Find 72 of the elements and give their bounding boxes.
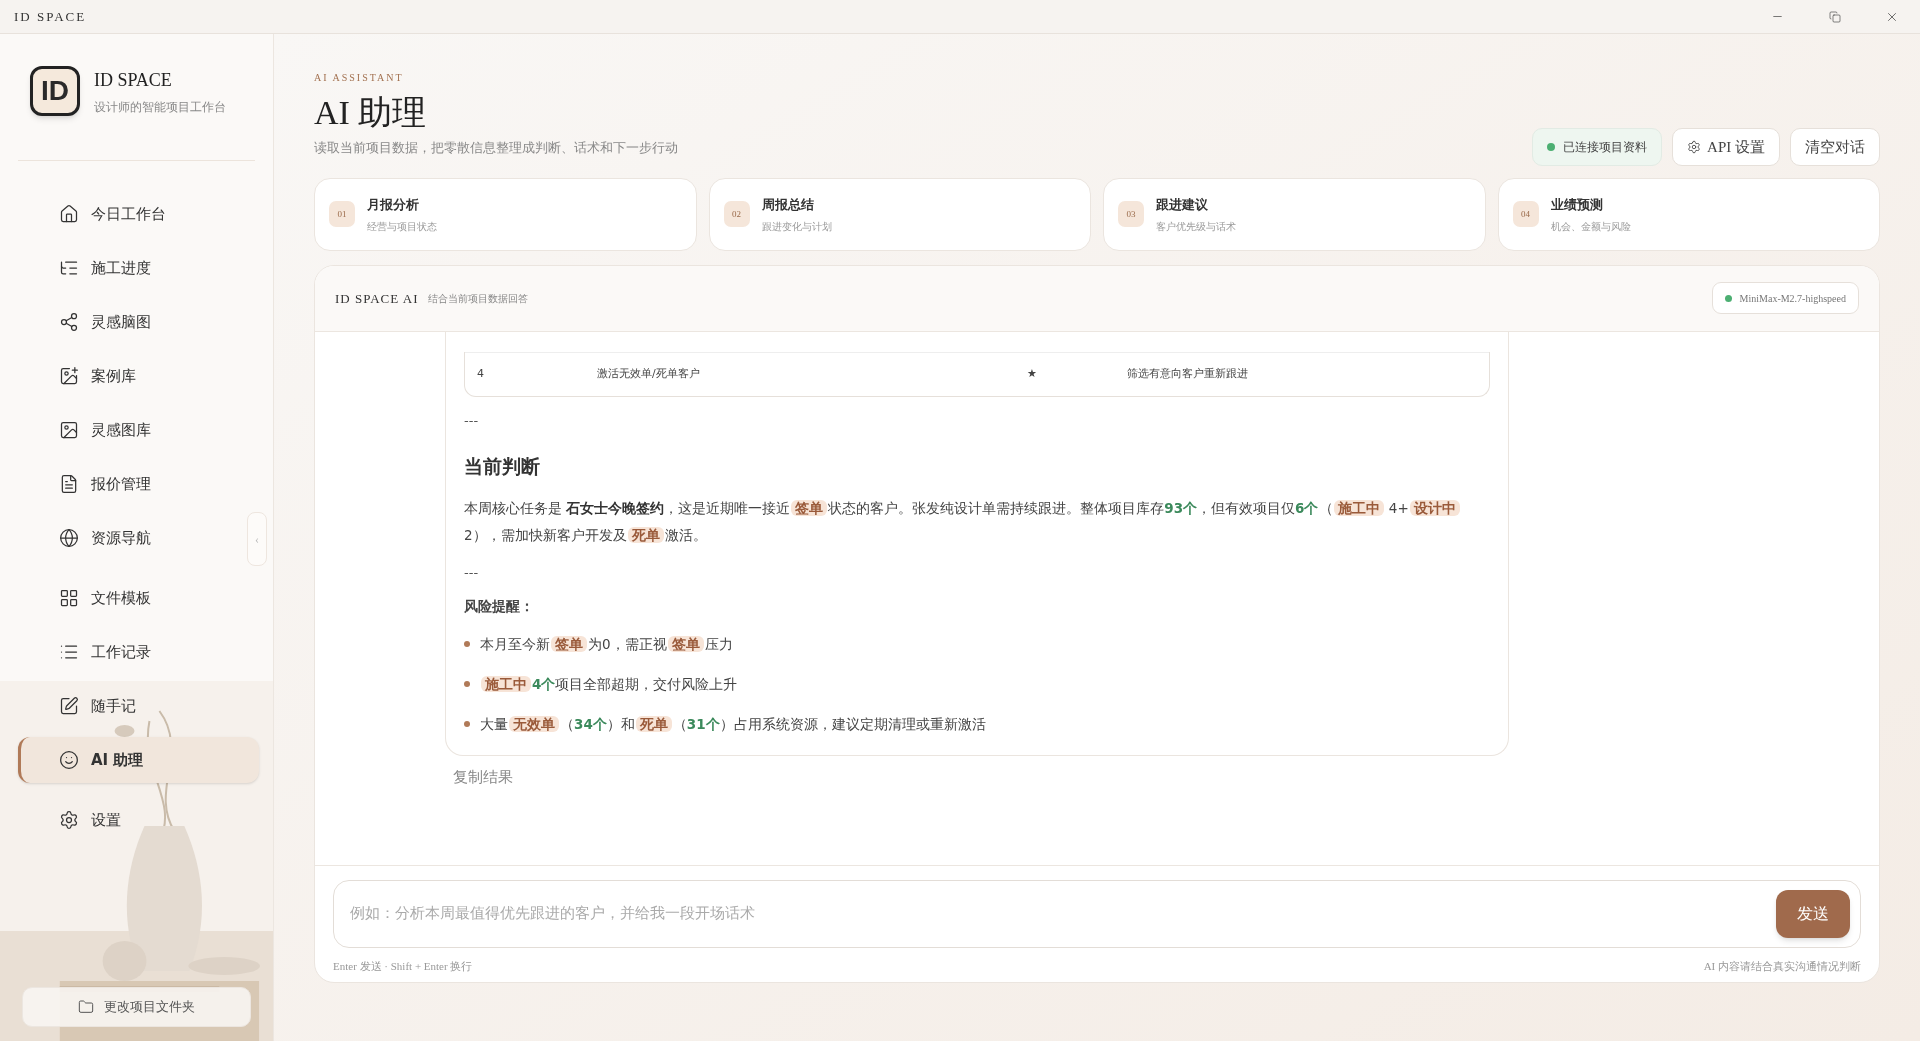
nav-item[interactable]: 随手记 [18, 683, 240, 729]
globe-icon [59, 528, 79, 548]
header-button[interactable]: API 设置 [1672, 127, 1780, 166]
chat-title: ID SPACE AI [335, 289, 419, 308]
card-title: 跟进建议 [1156, 196, 1209, 214]
card-subtitle: 经营与项目状态 [367, 219, 437, 234]
nav-item[interactable]: 文件模板 [18, 575, 240, 621]
chat-subtitle: 结合当前项目数据回答 [428, 291, 529, 306]
list-item: 大量 无效单 （34个）和 死单 （31个）占用系统资源，建议定期清理或重新激活 [480, 715, 986, 735]
input-hint: Enter 发送 · Shift + Enter 换行 [333, 958, 473, 974]
shortcut-card[interactable]: 02 周报总结 跟进变化与计划 [708, 177, 1091, 251]
rule-text: --- [464, 563, 479, 582]
folder-icon [78, 999, 94, 1015]
shortcut-card[interactable]: 03 跟进建议 客户优先级与话术 [1103, 177, 1486, 251]
rule-text: --- [464, 411, 479, 430]
table-cell-text: 4 [477, 366, 484, 382]
brand-name: ID SPACE [94, 68, 173, 92]
image-icon [59, 420, 79, 440]
nav-item[interactable]: 资源导航 [18, 515, 240, 561]
page-title: AI 助理 [314, 93, 428, 133]
nav-item[interactable]: 设置 [18, 797, 240, 843]
change-folder-button[interactable]: 更改项目文件夹 [22, 987, 251, 1027]
gear-icon [59, 810, 79, 830]
nav-item[interactable]: 报价管理 [18, 461, 240, 507]
shortcut-card[interactable]: 04 业绩预测 机会、金额与风险 [1497, 177, 1880, 251]
window-title: ID SPACE [14, 7, 87, 26]
nodes-icon [59, 312, 79, 332]
page-subtitle: 读取当前项目数据，把零散信息整理成判断、话术和下一步行动 [314, 139, 678, 157]
nav-item[interactable]: 灵感图库 [18, 407, 240, 453]
grid-icon [59, 588, 79, 608]
list-item: 本月至今新 签单 为0，需正视 签单 压力 [480, 635, 733, 655]
brand-tagline: 设计师的智能项目工作台 [94, 98, 226, 116]
send-button[interactable]: 发送 [1776, 889, 1850, 938]
shortcut-card[interactable]: 01 月报分析 经营与项目状态 [314, 177, 697, 251]
connection-status: 已连接项目资料 [1532, 127, 1663, 166]
table-cell-text: 筛选有意向客户重新跟进 [1127, 366, 1248, 382]
message-input[interactable]: 例如：分析本周最值得优先跟进的客户，并给我一段开场话术 发送 [333, 879, 1861, 948]
picture-frame-icon [59, 366, 79, 386]
restore-icon [1828, 10, 1841, 23]
nav-item[interactable]: 灵感脑图 [18, 299, 240, 345]
nav-item[interactable]: AI 助理 [18, 737, 259, 783]
nav-item[interactable]: 工作记录 [18, 629, 240, 675]
eyebrow-label: AI ASSISTANT [314, 71, 405, 85]
paragraph: 本周核心任务是 石女士今晚签约，这是近期唯一接近 签单 状态的客户。张发纯设计单需持续跟进。整体项目库存93个，但有效项目仅6个（ 施工中 4+ 设计中 2），需加快新客户开发及 死单 激活。 [464, 494, 1490, 549]
header-button[interactable]: 清空对话 [1790, 127, 1880, 166]
card-title: 周报总结 [761, 196, 815, 214]
card-number: 02 [723, 201, 750, 228]
nav-item[interactable]: 今日工作台 [18, 191, 240, 237]
smile-icon [59, 750, 79, 770]
copy-result-link[interactable]: 复制结果 [453, 766, 513, 789]
card-number: 04 [1512, 201, 1539, 228]
card-subtitle: 跟进变化与计划 [761, 219, 832, 234]
card-subtitle: 机会、金额与风险 [1550, 219, 1631, 234]
disclaimer-text: AI 内容请结合真实沟通情况判断 [1703, 958, 1861, 974]
pen-square-icon [59, 696, 79, 716]
card-number: 03 [1118, 201, 1144, 228]
document-icon [59, 474, 79, 494]
card-title: 月报分析 [367, 196, 420, 214]
section-label: 风险提醒： [464, 597, 534, 617]
table-cell-text: 激活无效单/死单客户 [597, 366, 700, 382]
card-number: 01 [329, 201, 355, 228]
card-title: 业绩预测 [1550, 196, 1604, 214]
home-icon [59, 204, 79, 224]
model-badge: MiniMax-M2.7-highspeed [1711, 282, 1859, 315]
nav-item[interactable]: 施工进度 [18, 245, 240, 291]
section-heading: 当前判断 [464, 454, 540, 480]
nav-item[interactable]: 案例库 [18, 353, 240, 399]
gear-icon [1687, 139, 1702, 154]
app-logo: ID [30, 66, 80, 116]
list-item: 施工中 4个项目全部超期，交付风险上升 [480, 671, 738, 698]
table-cell-text: ★ [1027, 366, 1037, 382]
card-subtitle: 客户优先级与话术 [1156, 219, 1236, 234]
